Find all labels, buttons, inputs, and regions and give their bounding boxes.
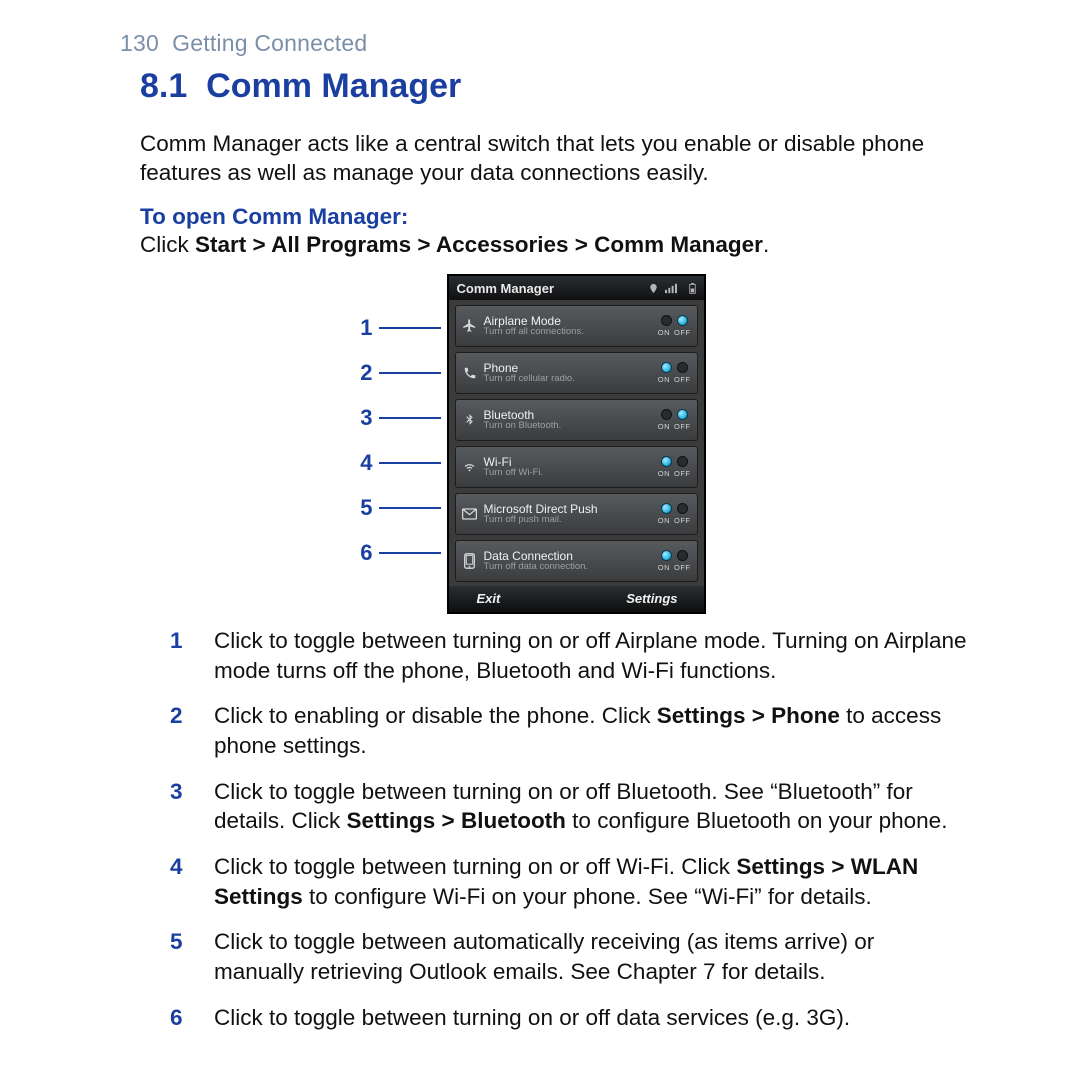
signal-icon <box>665 283 681 294</box>
exit-softkey[interactable]: Exit <box>477 591 501 606</box>
subheading: To open Comm Manager: <box>140 204 1000 230</box>
explanation-item: 1Click to toggle between turning on or o… <box>170 626 970 685</box>
open-instruction: Click Start > All Programs > Accessories… <box>140 232 1000 258</box>
explanation-number: 4 <box>170 852 214 911</box>
callout-line <box>379 327 441 329</box>
explanation-number: 2 <box>170 701 214 760</box>
toggle-indicator: ONOFF <box>658 550 697 572</box>
callout-number: 4 <box>355 450 373 476</box>
callout-line <box>379 552 441 554</box>
bluetooth-icon <box>456 412 484 427</box>
row-sublabel: Turn off all connections. <box>484 327 654 337</box>
explanation-item: 6Click to toggle between turning on or o… <box>170 1003 970 1033</box>
explanation-item: 2Click to enabling or disable the phone.… <box>170 701 970 760</box>
explanation-item: 3Click to toggle between turning on or o… <box>170 777 970 836</box>
section-title: 8.1 Comm Manager <box>140 67 1000 106</box>
airplane-icon <box>456 318 484 333</box>
status-icons <box>648 283 698 294</box>
toggle-row-airplane-mode[interactable]: Airplane ModeTurn off all connections.ON… <box>455 305 698 347</box>
toggle-row-microsoft-direct-push[interactable]: Microsoft Direct PushTurn off push mail.… <box>455 493 698 535</box>
callout-number: 2 <box>355 360 373 386</box>
callout-line <box>379 507 441 509</box>
row-sublabel: Turn off push mail. <box>484 515 654 525</box>
device-screenshot: Comm Manager Airplane ModeTurn off all c… <box>447 274 706 614</box>
explanation-text: Click to enabling or disable the phone. … <box>214 701 970 760</box>
callout-number: 1 <box>355 315 373 341</box>
phone-status-icon <box>648 283 659 294</box>
callout-line <box>379 417 441 419</box>
mail-icon <box>456 508 484 520</box>
explanation-text: Click to toggle between turning on or of… <box>214 626 970 685</box>
callout-number: 3 <box>355 405 373 431</box>
device-title: Comm Manager <box>457 281 555 296</box>
callout-line <box>379 372 441 374</box>
data-connection-icon <box>456 553 484 569</box>
chapter-title: Getting Connected <box>172 30 367 56</box>
explanation-text: Click to toggle between turning on or of… <box>214 777 970 836</box>
row-sublabel: Turn on Bluetooth. <box>484 421 654 431</box>
toggle-indicator: ONOFF <box>658 315 697 337</box>
callout-number: 6 <box>355 540 373 566</box>
row-sublabel: Turn off data connection. <box>484 562 654 572</box>
explanation-number: 3 <box>170 777 214 836</box>
battery-icon <box>687 283 698 294</box>
toggle-row-bluetooth[interactable]: BluetoothTurn on Bluetooth.ONOFF <box>455 399 698 441</box>
explanation-number: 5 <box>170 927 214 986</box>
explanation-text: Click to toggle between turning on or of… <box>214 852 970 911</box>
toggle-row-wi-fi[interactable]: Wi-FiTurn off Wi-Fi.ONOFF <box>455 446 698 488</box>
toggle-indicator: ONOFF <box>658 409 697 431</box>
page-number: 130 <box>120 30 159 56</box>
toggle-indicator: ONOFF <box>658 503 697 525</box>
explanation-number: 6 <box>170 1003 214 1033</box>
explanation-item: 5Click to toggle between automatically r… <box>170 927 970 986</box>
toggle-indicator: ONOFF <box>658 456 697 478</box>
comm-manager-figure: 1 2 3 4 5 6 Comm Manager Airplane ModeTurn of… <box>355 274 706 614</box>
phone-icon <box>456 366 484 380</box>
callout-number: 5 <box>355 495 373 521</box>
running-header: 130 Getting Connected <box>120 30 1000 57</box>
explanation-item: 4Click to toggle between turning on or o… <box>170 852 970 911</box>
settings-softkey[interactable]: Settings <box>626 591 677 606</box>
explanation-text: Click to toggle between automatically re… <box>214 927 970 986</box>
toggle-indicator: ONOFF <box>658 362 697 384</box>
section-intro: Comm Manager acts like a central switch … <box>140 129 1000 188</box>
explanation-number: 1 <box>170 626 214 685</box>
callout-line <box>379 462 441 464</box>
wifi-icon <box>456 459 484 474</box>
toggle-row-phone[interactable]: PhoneTurn off cellular radio.ONOFF <box>455 352 698 394</box>
toggle-row-data-connection[interactable]: Data ConnectionTurn off data connection.… <box>455 540 698 582</box>
explanation-text: Click to toggle between turning on or of… <box>214 1003 850 1033</box>
row-sublabel: Turn off cellular radio. <box>484 374 654 384</box>
row-sublabel: Turn off Wi-Fi. <box>484 468 654 478</box>
